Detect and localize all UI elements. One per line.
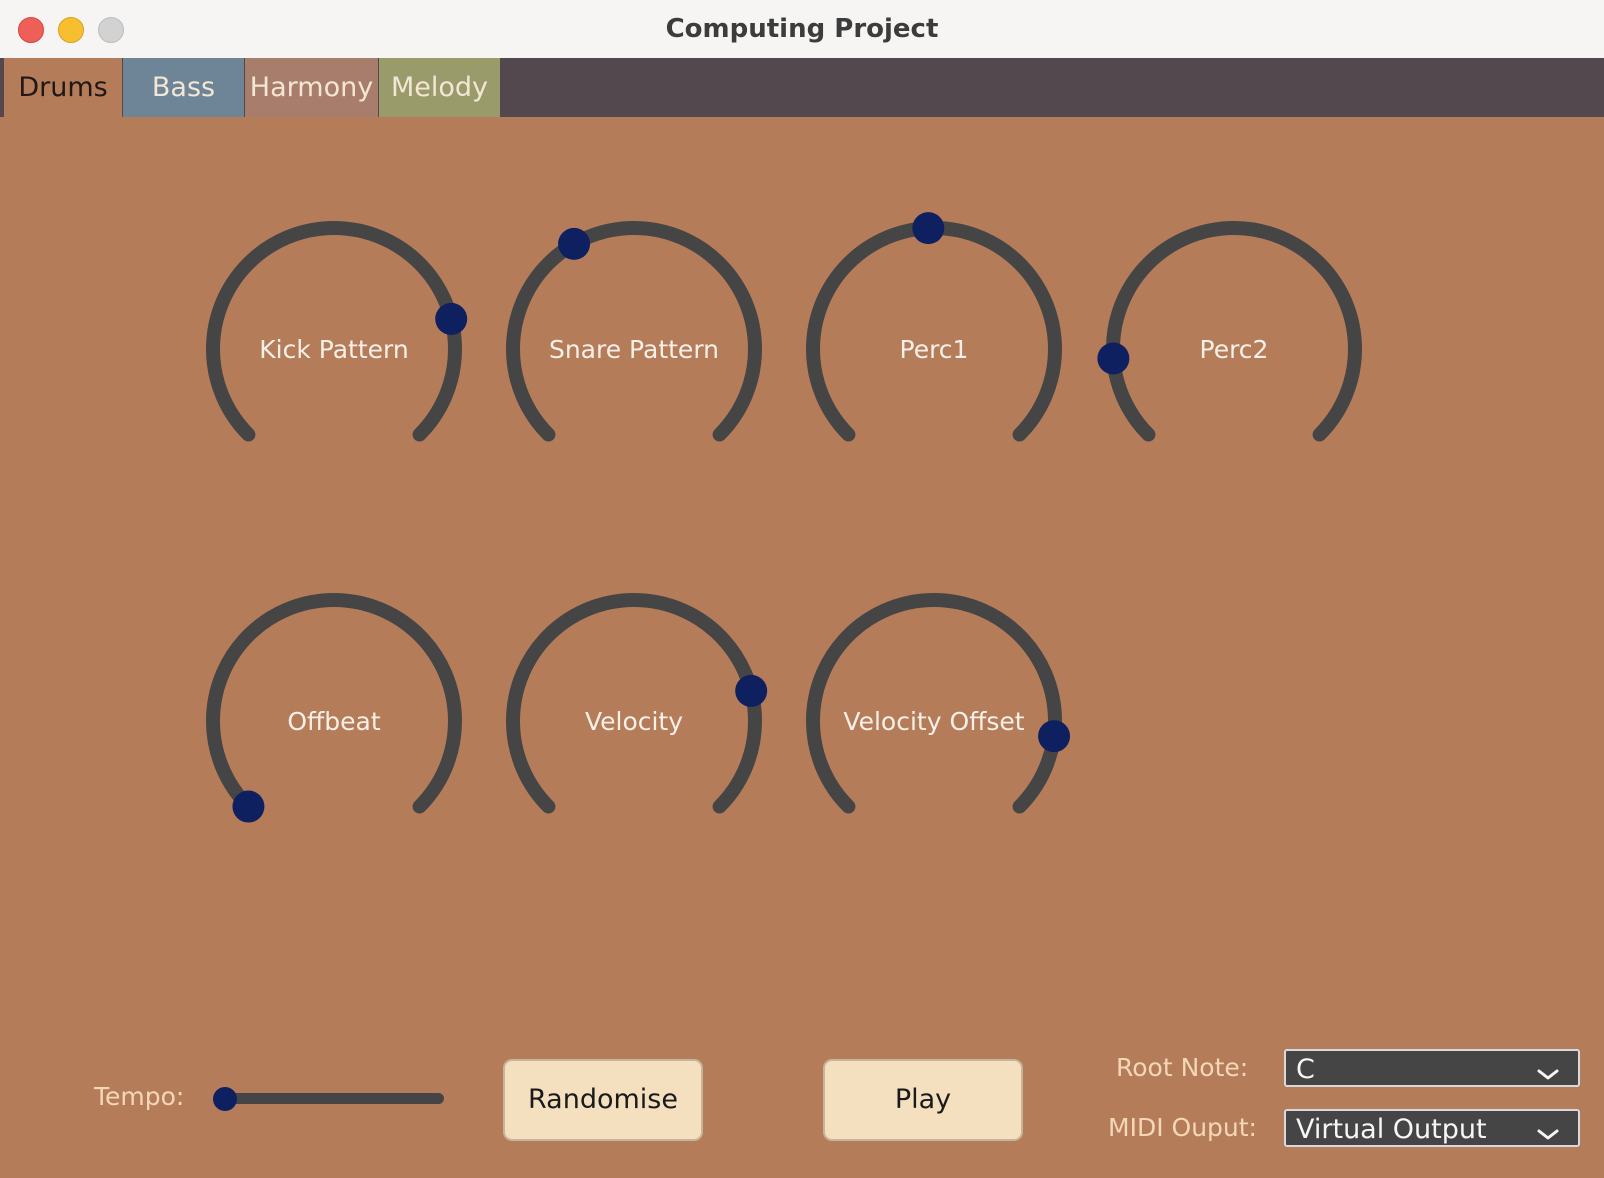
knob-track[interactable]: [806, 221, 1062, 442]
knob-thumb[interactable]: [232, 790, 265, 823]
root-note-select[interactable]: C: [1284, 1049, 1580, 1087]
knob-label: Perc1: [900, 335, 969, 364]
knob-track[interactable]: [506, 593, 762, 814]
midi-output-select[interactable]: Virtual Output: [1284, 1109, 1580, 1147]
knob-label: Snare Pattern: [549, 335, 719, 364]
midi-output-label: MIDI Ouput:: [1108, 1113, 1257, 1142]
knob-label: Velocity: [585, 707, 683, 736]
knob-velocity[interactable]: Velocity: [506, 593, 768, 814]
knob-offbeat[interactable]: Offbeat: [206, 593, 462, 823]
knob-track[interactable]: [506, 221, 762, 442]
midi-output-value: Virtual Output: [1296, 1114, 1487, 1145]
knob-thumb[interactable]: [1038, 720, 1071, 753]
app-window: Computing Project Drums Bass Harmony Mel…: [0, 0, 1604, 1178]
root-note-value: C: [1296, 1054, 1315, 1085]
chevron-down-icon: [1536, 1057, 1560, 1080]
knob-thumb[interactable]: [558, 227, 591, 260]
root-note-label: Root Note:: [1116, 1053, 1249, 1082]
knob-thumb[interactable]: [435, 302, 468, 335]
knob-thumb[interactable]: [912, 212, 945, 245]
play-button[interactable]: Play: [823, 1059, 1023, 1141]
knob-kick-pattern[interactable]: Kick Pattern: [206, 221, 468, 442]
knob-track[interactable]: [206, 221, 462, 442]
knob-panel: Kick Pattern Snare Pattern Perc1 Perc2 Offbe…: [206, 212, 1362, 823]
knob-thumb[interactable]: [735, 674, 768, 707]
knob-snare-pattern[interactable]: Snare Pattern: [506, 221, 762, 442]
knob-label: Perc2: [1200, 335, 1269, 364]
knob-track[interactable]: [806, 593, 1062, 814]
knob-perc1[interactable]: Perc1: [806, 212, 1062, 442]
tempo-slider-thumb[interactable]: [213, 1087, 237, 1111]
knob-velocity-offset[interactable]: Velocity Offset: [806, 593, 1071, 814]
chevron-down-icon: [1536, 1117, 1560, 1140]
tempo-label: Tempo:: [94, 1082, 185, 1111]
knob-track[interactable]: [206, 593, 462, 814]
knob-label: Velocity Offset: [843, 707, 1024, 736]
knob-label: Kick Pattern: [259, 335, 408, 364]
randomise-button[interactable]: Randomise: [503, 1059, 703, 1141]
knob-label: Offbeat: [287, 707, 380, 736]
knob-track[interactable]: [1106, 221, 1362, 442]
knob-thumb[interactable]: [1097, 342, 1130, 375]
tempo-slider-track[interactable]: [226, 1093, 444, 1104]
knob-perc2[interactable]: Perc2: [1097, 221, 1362, 442]
